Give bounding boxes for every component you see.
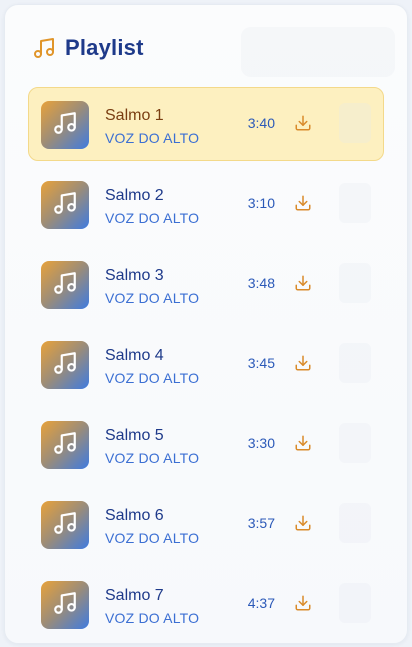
track-meta: Salmo 7 VOZ DO ALTO [105, 586, 199, 628]
music-note-icon [31, 35, 57, 61]
track-meta: Salmo 6 VOZ DO ALTO [105, 506, 199, 548]
track-meta: Salmo 3 VOZ DO ALTO [105, 266, 199, 308]
music-note-icon [52, 110, 78, 141]
download-icon [294, 354, 312, 377]
track-row[interactable]: Salmo 7 VOZ DO ALTO 4:37 [28, 567, 384, 641]
music-note-icon [52, 590, 78, 621]
track-row[interactable]: Salmo 4 VOZ DO ALTO 3:45 [28, 327, 384, 401]
row-placeholder [339, 423, 371, 463]
header-placeholder [241, 27, 395, 77]
track-artist: VOZ DO ALTO [105, 450, 200, 466]
download-icon [294, 194, 312, 217]
download-button[interactable] [293, 595, 313, 615]
track-duration: 3:57 [247, 515, 275, 531]
album-art [41, 341, 89, 389]
track-row[interactable]: Salmo 2 VOZ DO ALTO 3:10 [28, 167, 384, 241]
track-artist: VOZ DO ALTO [105, 290, 200, 306]
track-title: Salmo 3 [105, 267, 164, 284]
album-art [41, 261, 89, 309]
track-meta: Salmo 1 VOZ DO ALTO [105, 106, 199, 148]
download-icon [294, 514, 312, 537]
track-meta: Salmo 5 VOZ DO ALTO [105, 426, 199, 468]
playlist-header: Playlist [31, 35, 144, 61]
track-row[interactable]: Salmo 3 VOZ DO ALTO 3:48 [28, 247, 384, 321]
page-title: Playlist [65, 35, 144, 60]
album-art [41, 101, 89, 149]
album-art [41, 181, 89, 229]
row-placeholder [339, 503, 371, 543]
music-note-icon [52, 350, 78, 381]
track-title: Salmo 2 [105, 187, 164, 204]
track-title: Salmo 4 [105, 347, 164, 364]
row-placeholder [339, 343, 371, 383]
download-button[interactable] [293, 515, 313, 535]
track-duration: 3:30 [247, 435, 275, 451]
row-placeholder [339, 263, 371, 303]
track-duration: 3:40 [247, 115, 275, 131]
download-button[interactable] [293, 115, 313, 135]
music-note-icon [52, 270, 78, 301]
track-list: Salmo 1 VOZ DO ALTO 3:40 Salmo 2 VOZ DO ALTO… [28, 87, 384, 647]
track-title: Salmo 5 [105, 427, 164, 444]
music-note-icon [52, 510, 78, 541]
track-title: Salmo 7 [105, 587, 164, 604]
track-artist: VOZ DO ALTO [105, 130, 200, 146]
row-placeholder [339, 183, 371, 223]
row-placeholder [339, 103, 371, 143]
download-button[interactable] [293, 355, 313, 375]
track-duration: 3:45 [247, 355, 275, 371]
download-icon [294, 434, 312, 457]
track-row[interactable]: Salmo 5 VOZ DO ALTO 3:30 [28, 407, 384, 481]
download-icon [294, 114, 312, 137]
download-button[interactable] [293, 195, 313, 215]
track-title: Salmo 6 [105, 507, 164, 524]
track-duration: 3:10 [247, 195, 275, 211]
track-duration: 4:37 [247, 595, 275, 611]
track-artist: VOZ DO ALTO [105, 370, 200, 386]
track-meta: Salmo 4 VOZ DO ALTO [105, 346, 199, 388]
album-art [41, 421, 89, 469]
track-title: Salmo 1 [105, 107, 164, 124]
download-button[interactable] [293, 275, 313, 295]
track-row[interactable]: Salmo 1 VOZ DO ALTO 3:40 [28, 87, 384, 161]
track-duration: 3:48 [247, 275, 275, 291]
track-artist: VOZ DO ALTO [105, 610, 200, 626]
download-icon [294, 594, 312, 617]
track-row[interactable]: Salmo 6 VOZ DO ALTO 3:57 [28, 487, 384, 561]
album-art [41, 581, 89, 629]
download-icon [294, 274, 312, 297]
track-artist: VOZ DO ALTO [105, 530, 200, 546]
album-art [41, 501, 89, 549]
download-button[interactable] [293, 435, 313, 455]
music-note-icon [52, 430, 78, 461]
row-placeholder [339, 583, 371, 623]
track-meta: Salmo 2 VOZ DO ALTO [105, 186, 199, 228]
track-artist: VOZ DO ALTO [105, 210, 200, 226]
music-note-icon [52, 190, 78, 221]
